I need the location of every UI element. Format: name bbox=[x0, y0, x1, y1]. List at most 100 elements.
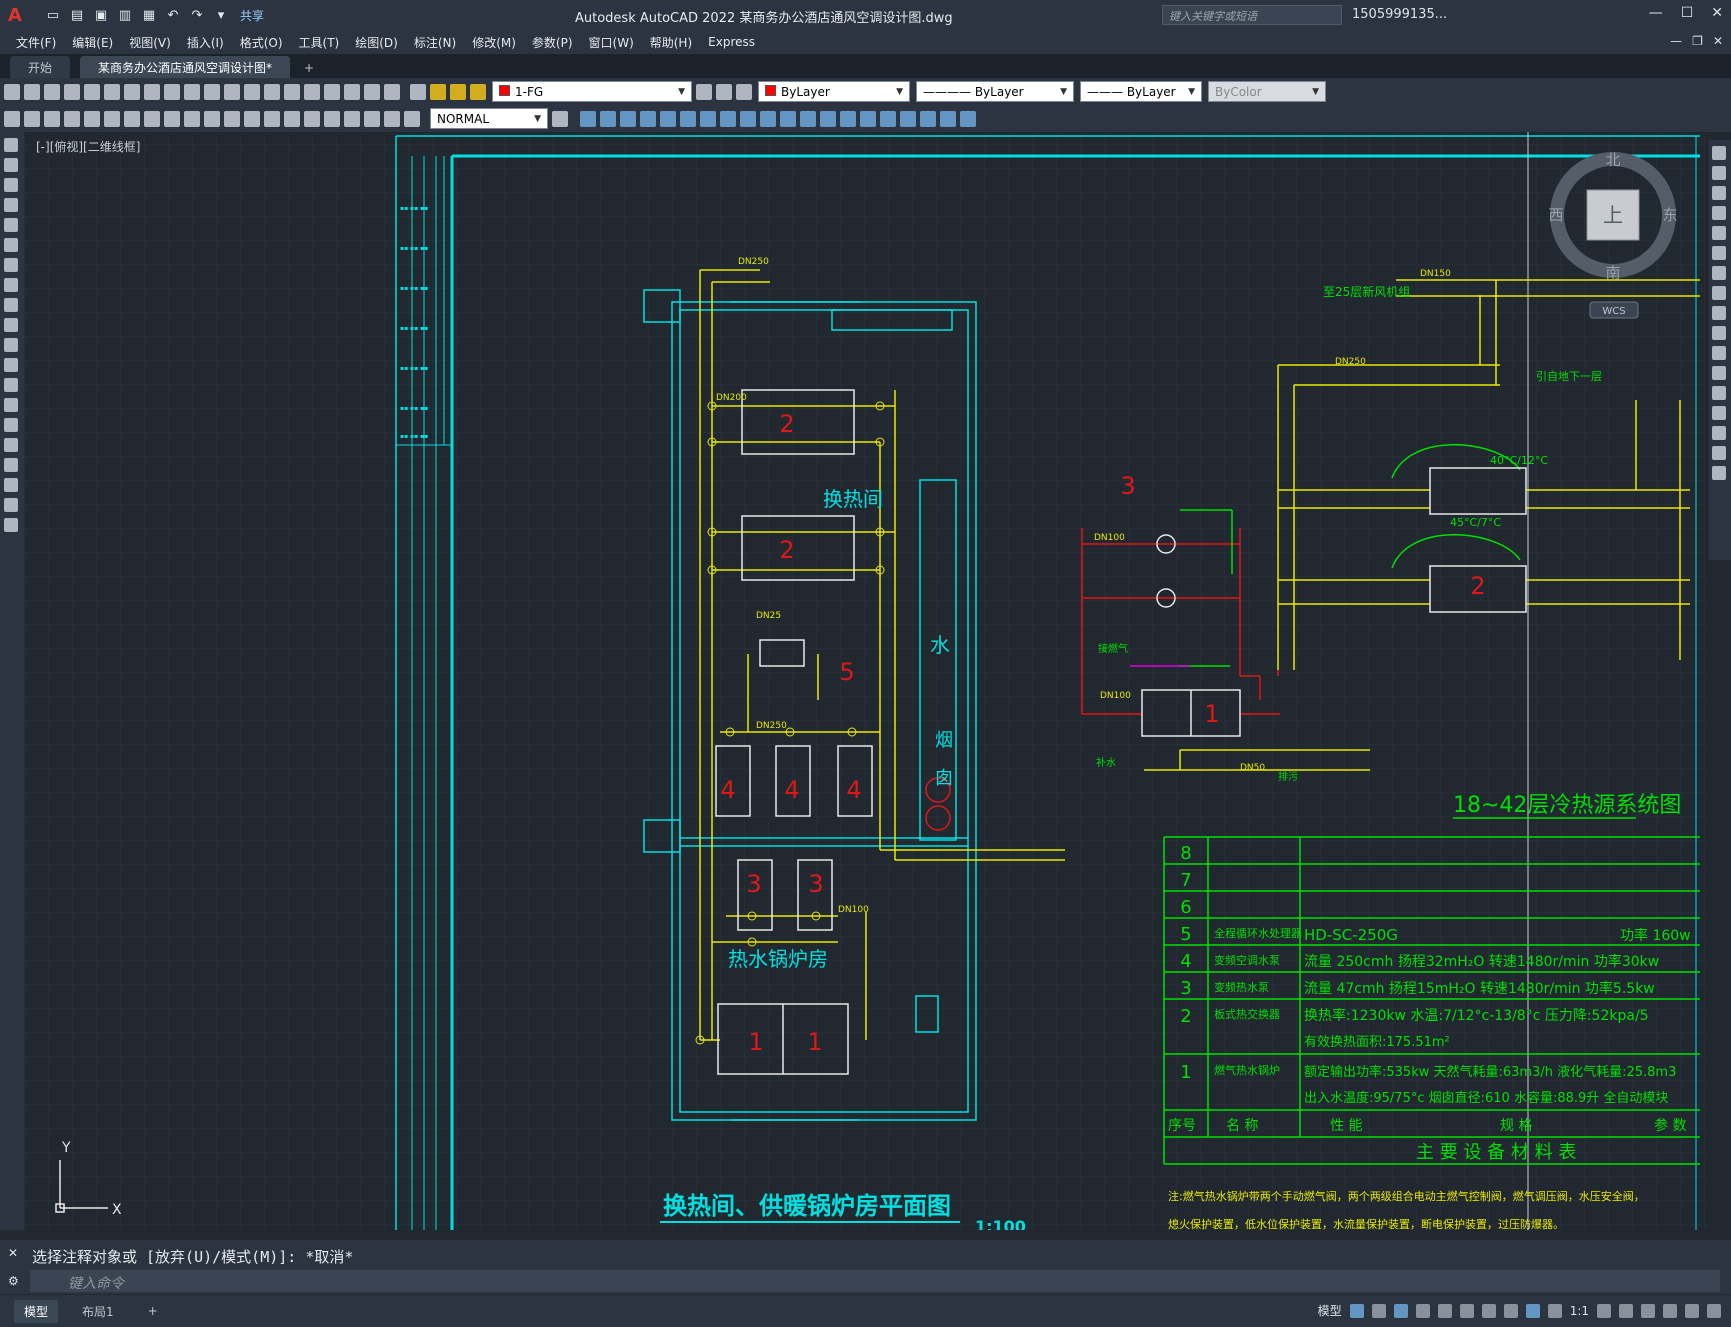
matchprop-icon[interactable] bbox=[184, 83, 200, 100]
doc-restore-icon[interactable]: ❐ bbox=[1692, 34, 1703, 48]
edit-dim-icon[interactable] bbox=[384, 110, 400, 127]
quick-dim-icon[interactable] bbox=[224, 110, 240, 127]
calculator-icon[interactable] bbox=[364, 83, 380, 100]
plot-icon[interactable] bbox=[64, 83, 80, 100]
isolate-objects-icon[interactable] bbox=[1663, 1303, 1677, 1318]
dropdown-icon[interactable]: ▾ bbox=[212, 8, 230, 23]
menu-draw[interactable]: 绘图(D) bbox=[355, 34, 398, 51]
drawing-canvas[interactable]: ▪▪ ▪▪ ▪▪ ▪▪ ▪▪ ▪▪ ▪▪ ▪▪ ▪▪ ▪▪ ▪▪ ▪▪ ▪▪ ▪▪ … bbox=[24, 132, 1709, 1230]
ortho-icon[interactable] bbox=[1393, 1303, 1408, 1318]
viewcube-east[interactable]: 东 bbox=[1662, 206, 1677, 224]
offset-icon[interactable] bbox=[1712, 206, 1726, 220]
spline-icon[interactable] bbox=[4, 298, 18, 312]
redo-icon[interactable] bbox=[224, 83, 240, 100]
plotstyle-dropdown[interactable]: ByColor ▼ bbox=[1208, 81, 1326, 102]
pan-icon[interactable] bbox=[244, 83, 260, 100]
tool-icon-a[interactable] bbox=[4, 110, 20, 127]
customize-menu-icon[interactable] bbox=[1707, 1303, 1721, 1318]
menu-help[interactable]: 帮助(H) bbox=[650, 34, 692, 51]
help-icon[interactable] bbox=[384, 83, 400, 100]
search-input[interactable]: 键入关键字或短语 bbox=[1162, 5, 1342, 25]
construction-line-icon[interactable] bbox=[4, 158, 18, 172]
revcloud-icon[interactable] bbox=[4, 278, 18, 292]
modify-icon-6[interactable] bbox=[680, 110, 696, 127]
arc-icon[interactable] bbox=[4, 238, 18, 252]
extend-icon[interactable] bbox=[1712, 346, 1726, 360]
menu-file[interactable]: 文件(F) bbox=[16, 34, 56, 51]
tolerance-icon[interactable] bbox=[304, 110, 320, 127]
break-icon[interactable] bbox=[1712, 366, 1726, 380]
make-block-icon[interactable] bbox=[4, 378, 18, 392]
modify-icon-7[interactable] bbox=[700, 110, 716, 127]
modify-icon-1[interactable] bbox=[580, 110, 596, 127]
save-icon[interactable] bbox=[44, 83, 60, 100]
cut-icon[interactable] bbox=[124, 83, 140, 100]
mtext-icon[interactable] bbox=[4, 498, 18, 512]
jogged-linear-icon[interactable] bbox=[364, 110, 380, 127]
maximize-icon[interactable]: ☐ bbox=[1681, 5, 1694, 21]
modify-icon-5[interactable] bbox=[660, 110, 676, 127]
undo-icon[interactable] bbox=[204, 83, 220, 100]
publish-icon[interactable] bbox=[104, 83, 120, 100]
doc-minimize-icon[interactable]: — bbox=[1670, 34, 1682, 48]
save-icon[interactable]: ▣ bbox=[92, 8, 110, 23]
inspect-icon[interactable] bbox=[344, 110, 360, 127]
modify-icon-14[interactable] bbox=[840, 110, 856, 127]
erase-icon[interactable] bbox=[1712, 146, 1726, 160]
space-icon[interactable] bbox=[284, 110, 300, 127]
make-current-layer-icon[interactable] bbox=[696, 83, 712, 100]
plot-icon[interactable]: ▦ bbox=[140, 8, 158, 23]
copy-icon[interactable] bbox=[144, 83, 160, 100]
isodraft-icon[interactable] bbox=[1437, 1303, 1452, 1318]
redo-icon[interactable]: ↷ bbox=[188, 8, 206, 23]
color-dropdown[interactable]: ByLayer ▼ bbox=[758, 81, 910, 102]
object-snap-tracking-icon[interactable] bbox=[1459, 1303, 1474, 1318]
undo-icon[interactable]: ↶ bbox=[164, 8, 182, 23]
scale-icon[interactable] bbox=[1712, 286, 1726, 300]
cmd-close-icon[interactable]: ✕ bbox=[8, 1246, 18, 1260]
zoom-window-icon[interactable] bbox=[284, 83, 300, 100]
fullscreen-icon[interactable] bbox=[1685, 1303, 1699, 1318]
circle-icon[interactable] bbox=[4, 258, 18, 272]
explode-icon[interactable] bbox=[1712, 466, 1726, 480]
open-icon[interactable] bbox=[24, 83, 40, 100]
copy-object-icon[interactable] bbox=[1712, 166, 1726, 180]
center-mark-icon[interactable] bbox=[324, 110, 340, 127]
object-snap-icon[interactable] bbox=[1481, 1303, 1496, 1318]
menu-tools[interactable]: 工具(T) bbox=[299, 34, 340, 51]
minimize-icon[interactable]: — bbox=[1649, 5, 1663, 21]
blend-icon[interactable] bbox=[1712, 446, 1726, 460]
layer-dropdown[interactable]: 1-FG ▼ bbox=[492, 81, 692, 102]
wcs-label[interactable]: WCS bbox=[1602, 306, 1625, 317]
cmd-wrench-icon[interactable]: ⚙ bbox=[8, 1274, 19, 1288]
add-layout-button[interactable]: + bbox=[138, 1301, 168, 1321]
new-icon[interactable]: ▭ bbox=[44, 8, 62, 23]
user-account[interactable]: 1505999135... bbox=[1352, 7, 1447, 22]
modify-icon-8[interactable] bbox=[720, 110, 736, 127]
modify-icon-20[interactable] bbox=[960, 110, 976, 127]
properties-icon[interactable] bbox=[304, 83, 320, 100]
preview-icon[interactable] bbox=[84, 83, 100, 100]
polar-icon[interactable] bbox=[1415, 1303, 1430, 1318]
move-icon[interactable] bbox=[1712, 246, 1726, 260]
modify-icon-19[interactable] bbox=[940, 110, 956, 127]
add-selected-icon[interactable] bbox=[4, 518, 18, 532]
diameter-icon[interactable] bbox=[184, 110, 200, 127]
paste-icon[interactable] bbox=[164, 83, 180, 100]
mirror-icon[interactable] bbox=[1712, 186, 1726, 200]
layer-manager-icon[interactable] bbox=[410, 83, 426, 100]
tab-model[interactable]: 模型 bbox=[14, 1299, 59, 1323]
plus-icon[interactable] bbox=[1619, 1303, 1633, 1318]
ellipse-arc-icon[interactable] bbox=[4, 338, 18, 352]
trim-icon[interactable] bbox=[1712, 326, 1726, 340]
dimstyle-icon[interactable] bbox=[552, 110, 568, 127]
saveas-icon[interactable]: ▥ bbox=[116, 8, 134, 23]
fillet-icon[interactable] bbox=[1712, 426, 1726, 440]
table-icon[interactable] bbox=[4, 478, 18, 492]
linetype-dropdown[interactable]: ———— ByLayer ▼ bbox=[916, 81, 1074, 102]
layer-on-icon[interactable] bbox=[430, 83, 446, 100]
annotation-scale[interactable]: 1:1 bbox=[1570, 1304, 1589, 1318]
jogged-icon[interactable] bbox=[164, 110, 180, 127]
modify-icon-4[interactable] bbox=[640, 110, 656, 127]
modify-icon-10[interactable] bbox=[760, 110, 776, 127]
